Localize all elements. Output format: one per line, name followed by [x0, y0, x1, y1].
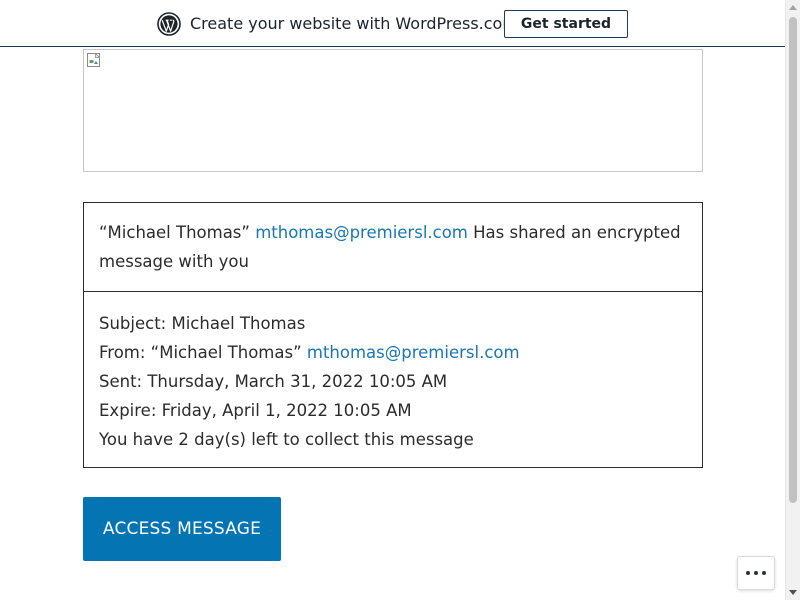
access-message-button[interactable]: ACCESS MESSAGE: [83, 497, 281, 561]
from-label: From: “Michael Thomas”: [99, 343, 302, 362]
wordpress-promo-bar: Create your website with WordPress.com G…: [0, 0, 785, 47]
from-line: From: “Michael Thomas” mthomas@premiersl…: [99, 338, 688, 367]
sender-email-link[interactable]: mthomas@premiersl.com: [255, 223, 468, 242]
ellipsis-icon: [744, 571, 768, 575]
days-left-line: You have 2 day(s) left to collect this m…: [99, 430, 474, 449]
scrollbar-thumb[interactable]: [789, 17, 797, 503]
more-options-button[interactable]: [737, 556, 775, 590]
scroll-up-arrow-icon[interactable]: [789, 5, 797, 10]
subject-line: Subject: Michael Thomas: [99, 314, 306, 333]
sender-name: “Michael Thomas”: [99, 223, 250, 242]
sent-line: Sent: Thursday, March 31, 2022 10:05 AM: [99, 372, 448, 391]
message-header: “Michael Thomas” mthomas@premiersl.com H…: [84, 203, 702, 292]
get-started-button[interactable]: Get started: [504, 10, 628, 38]
broken-image-icon: [87, 52, 101, 67]
scroll-down-arrow-icon[interactable]: [789, 590, 797, 595]
page: Create your website with WordPress.com G…: [0, 0, 800, 600]
message-details: Subject: Michael Thomas From: “Michael T…: [84, 292, 702, 467]
banner-image: [83, 49, 703, 172]
wordpress-logo-icon[interactable]: [157, 12, 181, 36]
from-email-link[interactable]: mthomas@premiersl.com: [307, 343, 520, 362]
promo-text: Create your website with WordPress.com: [190, 14, 518, 33]
message-box: “Michael Thomas” mthomas@premiersl.com H…: [83, 202, 703, 468]
vertical-scrollbar[interactable]: [785, 0, 800, 600]
expire-line: Expire: Friday, April 1, 2022 10:05 AM: [99, 401, 412, 420]
